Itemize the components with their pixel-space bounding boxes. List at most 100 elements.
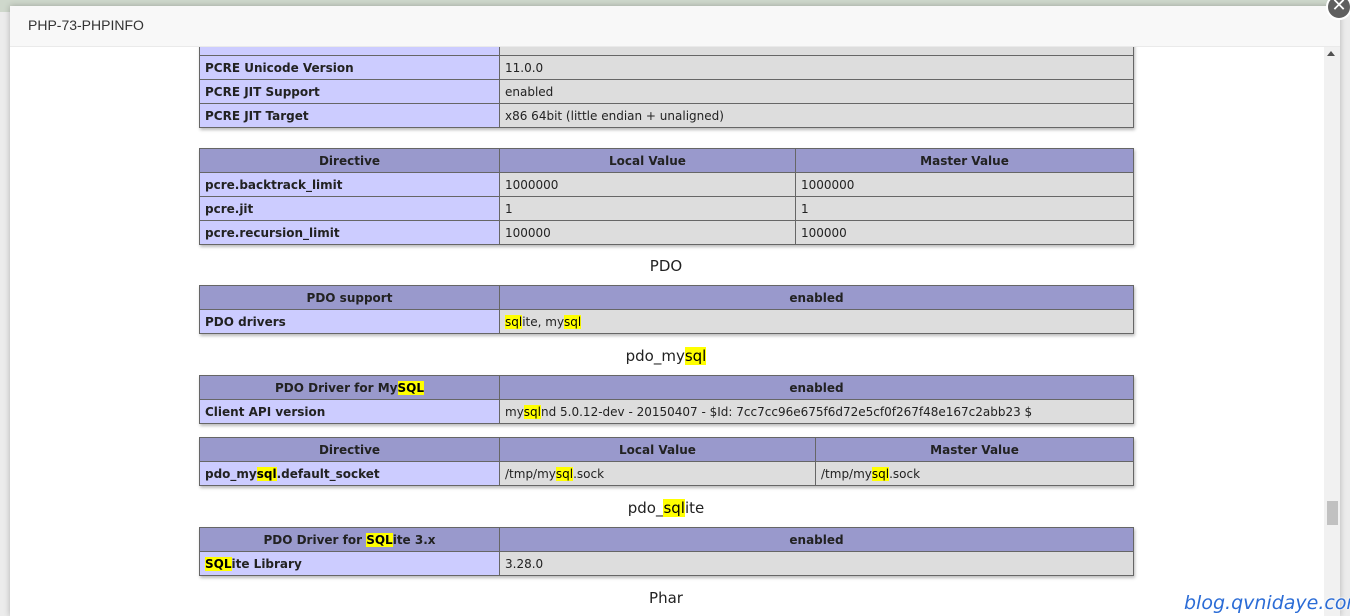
search-highlight: sql bbox=[663, 499, 685, 517]
text-fragment: pdo_my bbox=[625, 347, 685, 365]
table-row: pcre.jit 1 1 bbox=[199, 196, 1134, 221]
directive-name: pcre.recursion_limit bbox=[199, 220, 500, 245]
column-header-master-value: Master Value bbox=[815, 437, 1134, 462]
pcre-jit-target-value: x86 64bit (little endian + unaligned) bbox=[499, 103, 1134, 128]
table-row: SQLite Library 3.28.0 bbox=[199, 551, 1134, 576]
master-value: 1000000 bbox=[795, 172, 1134, 197]
search-highlight: sql bbox=[523, 404, 541, 419]
client-api-version-key: Client API version bbox=[199, 399, 500, 424]
pcre-jit-support-key: PCRE JIT Support bbox=[199, 79, 500, 104]
column-header-local-value: Local Value bbox=[499, 437, 816, 462]
pdo-drivers-key: PDO drivers bbox=[199, 309, 500, 334]
pdo-sqlite-table: PDO Driver for SQLite 3.x enabled SQLite… bbox=[199, 527, 1134, 576]
section-title-pdo: PDO bbox=[649, 257, 683, 275]
local-value: /tmp/mysql.sock bbox=[499, 461, 816, 486]
column-header-master-value: Master Value bbox=[795, 148, 1134, 173]
search-highlight: sql bbox=[256, 466, 277, 481]
search-highlight: SQL bbox=[366, 532, 393, 547]
modal-header: PHP-73-PHPINFO bbox=[10, 6, 1340, 47]
column-header-pdo-driver-sqlite: PDO Driver for SQLite 3.x bbox=[199, 527, 500, 552]
phpinfo-modal: PHP-73-PHPINFO PCRE Unicode Version 11.0… bbox=[10, 6, 1340, 616]
section-title-phar: Phar bbox=[649, 589, 683, 607]
scrollbar-thumb[interactable] bbox=[1327, 501, 1338, 525]
text-fragment: .sock bbox=[889, 466, 921, 481]
table-cell-value bbox=[499, 47, 1134, 56]
table-header-row: Directive Local Value Master Value bbox=[199, 437, 1134, 462]
phpinfo-content: PCRE Unicode Version 11.0.0 PCRE JIT Sup… bbox=[199, 47, 1134, 613]
modal-body[interactable]: PCRE Unicode Version 11.0.0 PCRE JIT Sup… bbox=[10, 47, 1322, 616]
table-row: Client API version mysqlnd 5.0.12-dev - … bbox=[199, 399, 1134, 424]
search-highlight: SQL bbox=[397, 380, 424, 395]
watermark-text: blog.qvnidaye.com bbox=[1184, 592, 1350, 614]
text-fragment: my bbox=[505, 404, 524, 419]
vertical-scrollbar[interactable] bbox=[1324, 47, 1340, 616]
table-row: PCRE JIT Support enabled bbox=[199, 79, 1134, 104]
table-cell-key bbox=[199, 47, 500, 56]
modal-title: PHP-73-PHPINFO bbox=[28, 17, 144, 33]
search-highlight: sql bbox=[871, 466, 890, 481]
text-fragment: ite Library bbox=[231, 556, 302, 571]
column-header-enabled: enabled bbox=[499, 285, 1134, 310]
pdo-mysql-table: PDO Driver for MySQL enabled Client API … bbox=[199, 375, 1134, 424]
sqlite-library-value: 3.28.0 bbox=[499, 551, 1134, 576]
directive-name: pcre.backtrack_limit bbox=[199, 172, 500, 197]
table-row: pdo_mysql.default_socket /tmp/mysql.sock… bbox=[199, 461, 1134, 486]
table-row: PDO drivers sqlite, mysql bbox=[199, 309, 1134, 334]
table-header-row: PDO Driver for SQLite 3.x enabled bbox=[199, 527, 1134, 552]
table-row: pcre.backtrack_limit 1000000 1000000 bbox=[199, 172, 1134, 197]
pcre-jit-support-value: enabled bbox=[499, 79, 1134, 104]
search-highlight: sql bbox=[505, 314, 523, 329]
column-header-local-value: Local Value bbox=[499, 148, 796, 173]
table-row: PCRE Unicode Version 11.0.0 bbox=[199, 55, 1134, 80]
pdo-mysql-directives-table: Directive Local Value Master Value pdo_m… bbox=[199, 437, 1134, 486]
client-api-version-value: mysqlnd 5.0.12-dev - 20150407 - $Id: 7cc… bbox=[499, 399, 1134, 424]
text-fragment: PDO Driver for My bbox=[274, 380, 398, 395]
text-fragment: ite bbox=[684, 499, 705, 517]
text-fragment: nd 5.0.12-dev - 20150407 - $Id: 7cc7cc96… bbox=[541, 404, 1033, 419]
text-fragment: pdo_ bbox=[627, 499, 664, 517]
pcre-unicode-version-value: 11.0.0 bbox=[499, 55, 1134, 80]
search-highlight: sql bbox=[684, 347, 707, 365]
pcre-directives-table: Directive Local Value Master Value pcre.… bbox=[199, 148, 1134, 245]
column-header-enabled: enabled bbox=[499, 375, 1134, 400]
column-header-directive: Directive bbox=[199, 148, 500, 173]
text-fragment: PDO Driver for bbox=[263, 532, 367, 547]
search-highlight: sql bbox=[555, 466, 574, 481]
pdo-drivers-value: sqlite, mysql bbox=[499, 309, 1134, 334]
scroll-up-arrow-icon[interactable] bbox=[1327, 51, 1335, 56]
section-title-pdo-sqlite: pdo_sqlite bbox=[199, 493, 1133, 523]
table-row bbox=[199, 47, 1134, 56]
pdo-table: PDO support enabled PDO drivers sqlite, … bbox=[199, 285, 1134, 334]
text-fragment: .sock bbox=[573, 466, 605, 481]
local-value: 1 bbox=[499, 196, 796, 221]
text-fragment: ite, my bbox=[522, 314, 565, 329]
local-value: 1000000 bbox=[499, 172, 796, 197]
master-value: /tmp/mysql.sock bbox=[815, 461, 1134, 486]
search-highlight: SQL bbox=[205, 556, 232, 571]
table-row: PCRE JIT Target x86 64bit (little endian… bbox=[199, 103, 1134, 128]
table-header-row: Directive Local Value Master Value bbox=[199, 148, 1134, 173]
directive-name: pcre.jit bbox=[199, 196, 500, 221]
pcre-unicode-version-key: PCRE Unicode Version bbox=[199, 55, 500, 80]
pcre-info-table: PCRE Unicode Version 11.0.0 PCRE JIT Sup… bbox=[199, 47, 1134, 128]
directive-name: pdo_mysql.default_socket bbox=[199, 461, 500, 486]
text-fragment: /tmp/my bbox=[505, 466, 556, 481]
text-fragment: pdo_my bbox=[205, 466, 257, 481]
column-header-directive: Directive bbox=[199, 437, 500, 462]
table-header-row: PDO support enabled bbox=[199, 285, 1134, 310]
table-row: pcre.recursion_limit 100000 100000 bbox=[199, 220, 1134, 245]
master-value: 1 bbox=[795, 196, 1134, 221]
text-fragment: ite 3.x bbox=[392, 532, 436, 547]
pcre-jit-target-key: PCRE JIT Target bbox=[199, 103, 500, 128]
local-value: 100000 bbox=[499, 220, 796, 245]
search-highlight: sql bbox=[564, 314, 582, 329]
sqlite-library-key: SQLite Library bbox=[199, 551, 500, 576]
section-title-pdo-mysql: pdo_mysql bbox=[199, 341, 1133, 371]
text-fragment: .default_socket bbox=[276, 466, 380, 481]
column-header-pdo-support: PDO support bbox=[199, 285, 500, 310]
column-header-enabled: enabled bbox=[499, 527, 1134, 552]
column-header-pdo-driver-mysql: PDO Driver for MySQL bbox=[199, 375, 500, 400]
text-fragment: /tmp/my bbox=[821, 466, 872, 481]
master-value: 100000 bbox=[795, 220, 1134, 245]
table-header-row: PDO Driver for MySQL enabled bbox=[199, 375, 1134, 400]
